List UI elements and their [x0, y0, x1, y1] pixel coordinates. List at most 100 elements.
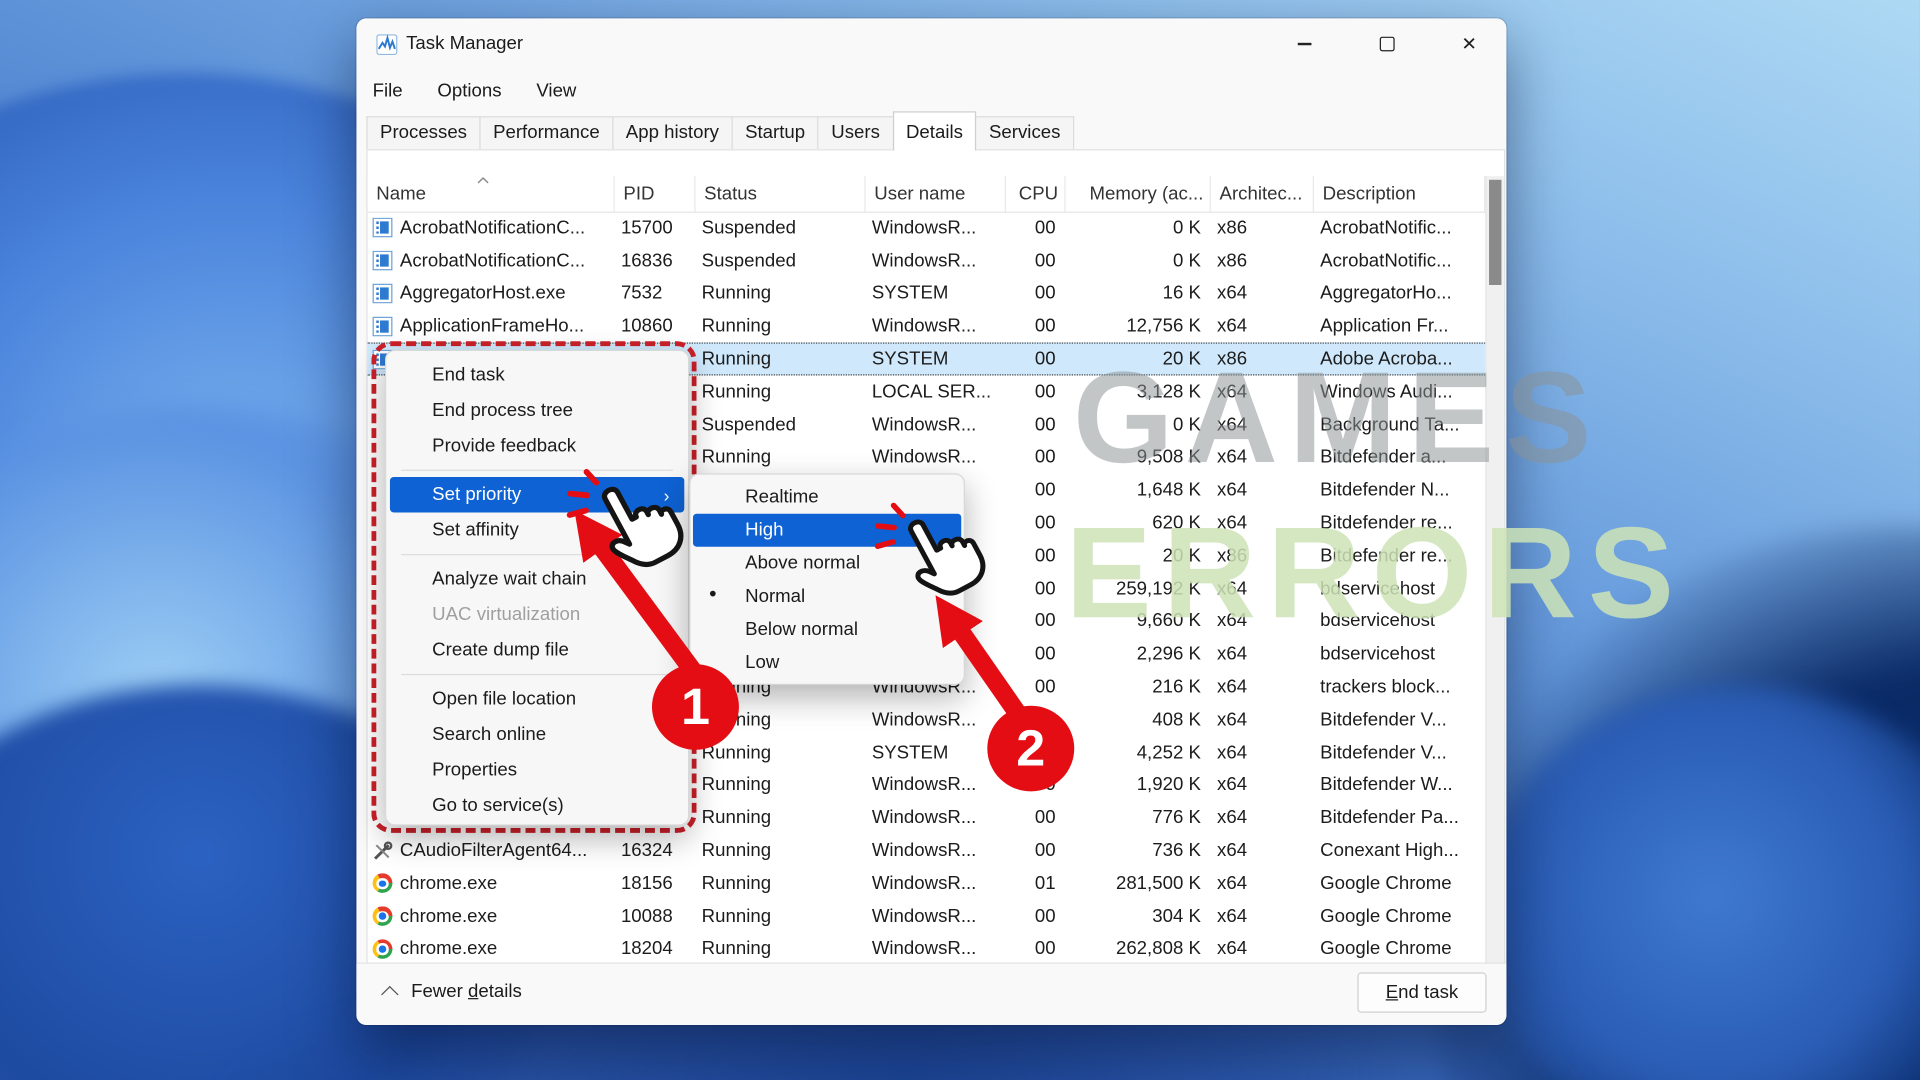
menu-item-uac-virtualization[interactable]: UAC virtualization: [386, 597, 688, 632]
menu-item-end-task[interactable]: End task: [386, 357, 688, 392]
cell-memory: 1,648 K: [1066, 480, 1211, 501]
cell-status: Running: [695, 808, 865, 829]
priority-item-below-normal[interactable]: Below normal: [690, 613, 963, 646]
process-name: chrome.exe: [400, 939, 497, 960]
priority-item-realtime[interactable]: Realtime: [690, 481, 963, 514]
column-header-memory-ac-[interactable]: Memory (ac...: [1066, 176, 1211, 211]
submenu-arrow-icon: ›: [664, 485, 670, 505]
cell-name: chrome.exe: [368, 906, 615, 927]
cell-user: WindowsR...: [866, 250, 1006, 271]
cell-pid: 18204: [615, 939, 696, 960]
maximize-button[interactable]: [1359, 18, 1416, 69]
menu-item-properties[interactable]: Properties: [386, 752, 688, 787]
cell-description: Bitdefender W...: [1314, 775, 1485, 796]
fewer-details-toggle[interactable]: Fewer details: [386, 981, 522, 1002]
priority-item-normal[interactable]: Normal•: [690, 580, 963, 613]
cell-description: Bitdefender V...: [1314, 742, 1485, 763]
close-button[interactable]: ✕: [1441, 18, 1498, 69]
cell-cpu: 00: [1006, 939, 1066, 960]
tab-startup[interactable]: Startup: [731, 116, 818, 149]
tab-performance[interactable]: Performance: [479, 116, 613, 149]
priority-item-low[interactable]: Low: [690, 646, 963, 679]
app-icon: [373, 251, 393, 271]
cell-description: Conexant High...: [1314, 840, 1485, 861]
tab-app-history[interactable]: App history: [612, 116, 733, 149]
cell-memory: 20 K: [1066, 349, 1211, 370]
menu-item-set-affinity[interactable]: Set affinity: [386, 512, 688, 547]
table-row[interactable]: chrome.exe18204RunningWindowsR...00262,8…: [368, 933, 1486, 963]
titlebar[interactable]: Task Manager ✕: [356, 18, 1506, 71]
status-bar: Fewer details End task: [356, 963, 1506, 1025]
tab-details[interactable]: Details: [892, 111, 976, 150]
cell-user: WindowsR...: [866, 218, 1006, 239]
cell-cpu: 00: [1006, 676, 1066, 697]
menu-item-open-file-location[interactable]: Open file location: [386, 681, 688, 716]
task-manager-icon: [376, 34, 397, 55]
menu-item-create-dump-file[interactable]: Create dump file: [386, 632, 688, 667]
sort-ascending-icon: [477, 177, 489, 183]
table-row[interactable]: AcrobatNotificationC...15700SuspendedWin…: [368, 212, 1486, 245]
menu-item-go-to-service-s-[interactable]: Go to service(s): [386, 788, 688, 823]
priority-item-above-normal[interactable]: Above normal: [690, 547, 963, 580]
menu-item-set-priority[interactable]: Set priority›: [390, 477, 684, 512]
menubar-item-options[interactable]: Options: [437, 81, 501, 102]
menu-bar: File Options View: [356, 71, 576, 111]
process-name: AggregatorHost.exe: [400, 283, 566, 304]
column-header-name[interactable]: Name: [368, 176, 615, 211]
cell-status: Suspended: [695, 250, 865, 271]
cell-arch: x64: [1211, 316, 1314, 337]
column-header-cpu[interactable]: CPU: [1006, 176, 1066, 211]
cell-memory: 9,660 K: [1066, 611, 1211, 632]
cell-arch: x64: [1211, 742, 1314, 763]
end-task-button[interactable]: End task: [1357, 972, 1486, 1012]
column-header-user-name[interactable]: User name: [866, 176, 1006, 211]
cell-cpu: 00: [1006, 742, 1066, 763]
cell-arch: x86: [1211, 218, 1314, 239]
cell-description: Google Chrome: [1314, 906, 1485, 927]
column-header-pid[interactable]: PID: [615, 176, 696, 211]
cell-user: WindowsR...: [866, 939, 1006, 960]
table-row[interactable]: ApplicationFrameHo...10860RunningWindows…: [368, 310, 1486, 343]
column-header-status[interactable]: Status: [695, 176, 865, 211]
cell-cpu: 00: [1006, 906, 1066, 927]
cell-description: Background Ta...: [1314, 414, 1485, 435]
cell-memory: 0 K: [1066, 414, 1211, 435]
cell-status: Running: [695, 742, 865, 763]
cell-arch: x64: [1211, 808, 1314, 829]
cell-memory: 0 K: [1066, 218, 1211, 239]
table-row[interactable]: chrome.exe18156RunningWindowsR...01281,5…: [368, 867, 1486, 900]
tab-services[interactable]: Services: [975, 116, 1074, 149]
cell-status: Running: [695, 906, 865, 927]
chrome-icon: [373, 906, 393, 926]
table-row[interactable]: CAudioFilterAgent64...16324RunningWindow…: [368, 834, 1486, 867]
table-row[interactable]: AcrobatNotificationC...16836SuspendedWin…: [368, 244, 1486, 277]
cell-status: Running: [695, 840, 865, 861]
cell-cpu: 00: [1006, 349, 1066, 370]
menu-item-analyze-wait-chain[interactable]: Analyze wait chain: [386, 561, 688, 596]
cell-description: AcrobatNotific...: [1314, 218, 1485, 239]
column-header-architec-[interactable]: Architec...: [1211, 176, 1314, 211]
table-row[interactable]: AggregatorHost.exe7532RunningSYSTEM0016 …: [368, 277, 1486, 310]
tab-processes[interactable]: Processes: [366, 116, 480, 149]
cell-memory: 16 K: [1066, 283, 1211, 304]
tab-users[interactable]: Users: [818, 116, 894, 149]
column-header-description[interactable]: Description: [1314, 176, 1485, 211]
cell-arch: x64: [1211, 939, 1314, 960]
cell-arch: x64: [1211, 611, 1314, 632]
cell-arch: x86: [1211, 349, 1314, 370]
menubar-item-view[interactable]: View: [536, 81, 576, 102]
minimize-button[interactable]: [1275, 18, 1332, 69]
cell-user: SYSTEM: [866, 283, 1006, 304]
menubar-item-file[interactable]: File: [373, 81, 403, 102]
vertical-scrollbar[interactable]: [1485, 176, 1504, 962]
cell-arch: x64: [1211, 283, 1314, 304]
priority-item-high[interactable]: High: [693, 514, 961, 547]
scrollbar-thumb[interactable]: [1489, 180, 1501, 285]
cell-memory: 2,296 K: [1066, 644, 1211, 665]
table-row[interactable]: chrome.exe10088RunningWindowsR...00304 K…: [368, 900, 1486, 933]
menu-item-provide-feedback[interactable]: Provide feedback: [386, 428, 688, 463]
cell-arch: x64: [1211, 447, 1314, 468]
menu-item-end-process-tree[interactable]: End process tree: [386, 393, 688, 428]
menu-item-search-online[interactable]: Search online: [386, 717, 688, 752]
cell-name: chrome.exe: [368, 939, 615, 960]
